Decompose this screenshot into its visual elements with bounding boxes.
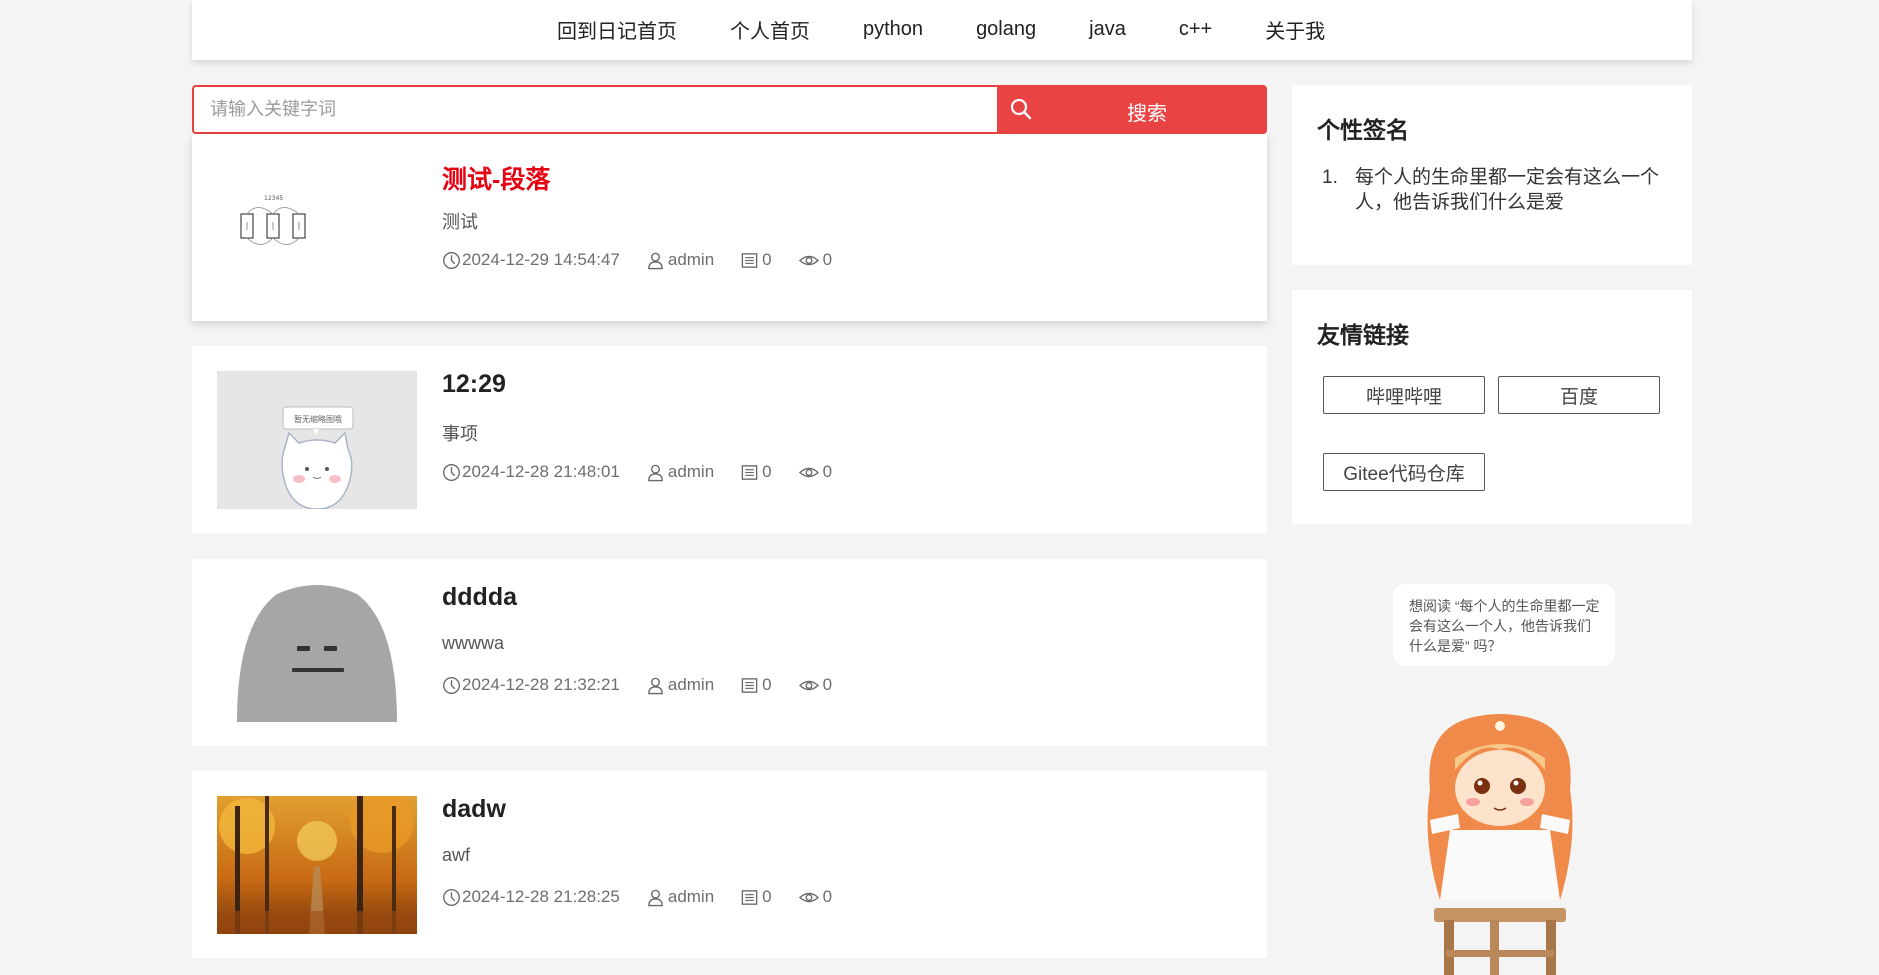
article-thumbnail-blob[interactable] — [217, 584, 417, 722]
article-card[interactable]: dadw awf 2024-12-28 21:28:25 admin 0 0 — [192, 771, 1267, 958]
article-comments-count: 0 — [762, 250, 772, 269]
autumn-forest-image — [217, 796, 417, 934]
article-author: admin — [646, 250, 714, 270]
comment-list-icon — [741, 252, 758, 268]
comment-list-icon — [741, 464, 758, 480]
eye-icon — [798, 467, 819, 477]
article-summary: 测试 — [442, 212, 478, 232]
signature-item-text: 每个人的生命里都一定会有这么一个人，他告诉我们什么是爱 — [1355, 167, 1660, 213]
article-thumbnail-forest[interactable] — [217, 796, 417, 934]
eye-icon — [798, 680, 819, 690]
article-author-text: admin — [667, 462, 715, 481]
clock-icon — [443, 888, 460, 906]
article-views-count: 0 — [822, 250, 833, 269]
user-icon — [648, 464, 663, 481]
grey-blob-face-image — [217, 584, 417, 722]
search-button-label: 搜索 — [1127, 103, 1167, 125]
article-author-text: admin — [667, 887, 715, 906]
diagram-numbers: 12345 — [264, 195, 283, 202]
mascot-speech-bubble: 想阅读 “每个人的生命里都一定会有这么一个人，他告诉我们什么是爱” 吗？ — [1393, 584, 1615, 666]
article-meta: 2024-12-29 14:54:47 admin 0 0 — [442, 250, 858, 270]
article-time: 2024-12-28 21:28:25 — [442, 887, 620, 907]
signature-item-number: 1. — [1322, 167, 1338, 188]
article-summary: 事项 — [442, 424, 478, 444]
cat-placeholder-label: 暂无缩略图哦 — [294, 414, 342, 424]
nav-item-cpp[interactable]: c++ — [1179, 18, 1212, 41]
nav-item-personal-home[interactable]: 个人首页 — [730, 15, 810, 44]
article-title[interactable]: dddda — [442, 583, 517, 612]
user-icon — [648, 889, 663, 906]
user-icon — [648, 252, 663, 269]
article-views: 0 — [798, 887, 832, 907]
article-comments: 0 — [740, 250, 772, 270]
article-card[interactable]: dddda wwwwa 2024-12-28 21:32:21 admin 0 … — [192, 559, 1267, 746]
nav-item-java[interactable]: java — [1089, 18, 1126, 41]
friend-links-title: 友情链接 — [1317, 322, 1409, 348]
article-thumbnail-diagram[interactable]: 12345 — [217, 159, 417, 297]
user-icon — [648, 677, 663, 694]
article-author: admin — [646, 462, 714, 482]
article-comments-count: 0 — [762, 887, 772, 906]
nav-item-diary-home[interactable]: 回到日记首页 — [557, 15, 677, 44]
article-time-text: 2024-12-28 21:48:01 — [462, 462, 620, 481]
article-views-count: 0 — [822, 462, 833, 481]
article-title[interactable]: 12:29 — [442, 370, 506, 399]
article-comments-count: 0 — [762, 462, 772, 481]
article-meta: 2024-12-28 21:32:21 admin 0 0 — [442, 675, 858, 695]
article-views-count: 0 — [822, 675, 833, 694]
article-summary: wwwwa — [442, 633, 505, 653]
article-thumbnail-cat[interactable]: 暂无缩略图哦 — [217, 371, 417, 509]
diagram-image: 12345 — [217, 159, 417, 297]
search-bar: 搜索 — [192, 85, 1267, 134]
article-comments: 0 — [740, 887, 772, 907]
friend-link-bilibili[interactable]: 哔哩哔哩 — [1323, 376, 1485, 414]
article-meta: 2024-12-28 21:48:01 admin 0 0 — [442, 462, 858, 482]
article-card[interactable]: 12345 测试-段落 测试 2024-12-29 14:54:47 admin… — [192, 134, 1267, 321]
clock-icon — [443, 251, 460, 269]
article-comments: 0 — [740, 462, 772, 482]
friend-links-panel: 友情链接 哔哩哔哩 百度 Gitee代码仓库 — [1292, 290, 1692, 524]
article-views: 0 — [798, 462, 832, 482]
article-views: 0 — [798, 675, 832, 695]
nav-item-golang[interactable]: golang — [976, 18, 1036, 41]
article-summary: awf — [442, 845, 471, 865]
search-input[interactable] — [192, 85, 997, 134]
mascot-bubble-text: 想阅读 “每个人的生命里都一定会有这么一个人，他告诉我们什么是爱” 吗？ — [1409, 598, 1600, 654]
comment-list-icon — [741, 677, 758, 693]
article-meta: 2024-12-28 21:28:25 admin 0 0 — [442, 887, 858, 907]
signature-title: 个性签名 — [1317, 117, 1409, 143]
article-title[interactable]: dadw — [442, 795, 506, 824]
article-time-text: 2024-12-29 14:54:47 — [462, 250, 620, 269]
article-time: 2024-12-28 21:32:21 — [442, 675, 620, 695]
article-author: admin — [646, 887, 714, 907]
article-comments-count: 0 — [762, 675, 772, 694]
article-time-text: 2024-12-28 21:28:25 — [462, 887, 620, 906]
article-title[interactable]: 测试-段落 — [442, 160, 550, 196]
article-comments: 0 — [740, 675, 772, 695]
article-views-count: 0 — [822, 887, 833, 906]
signature-panel: 个性签名 1. 每个人的生命里都一定会有这么一个人，他告诉我们什么是爱 — [1292, 85, 1692, 265]
nav-item-python[interactable]: python — [863, 18, 923, 41]
article-time-text: 2024-12-28 21:32:21 — [462, 675, 620, 694]
article-author: admin — [646, 675, 714, 695]
mascot-umaru-illustration[interactable] — [1410, 710, 1590, 975]
friend-link-gitee[interactable]: Gitee代码仓库 — [1323, 453, 1485, 491]
comment-list-icon — [741, 889, 758, 905]
eye-icon — [798, 255, 819, 265]
search-button[interactable]: 搜索 — [997, 85, 1267, 134]
clock-icon — [443, 676, 460, 694]
article-author-text: admin — [667, 675, 715, 694]
nav-item-about[interactable]: 关于我 — [1265, 15, 1325, 44]
article-card[interactable]: 暂无缩略图哦 12:29 事项 2024-12-28 21:48:01 admi… — [192, 346, 1267, 533]
article-author-text: admin — [667, 250, 715, 269]
clock-icon — [443, 463, 460, 481]
eye-icon — [798, 892, 819, 902]
article-time: 2024-12-28 21:48:01 — [442, 462, 620, 482]
top-navbar: 回到日记首页 个人首页 python golang java c++ 关于我 — [192, 0, 1692, 60]
article-views: 0 — [798, 250, 832, 270]
cat-placeholder-image: 暂无缩略图哦 — [217, 371, 417, 509]
nav-menu: 回到日记首页 个人首页 python golang java c++ 关于我 — [557, 0, 1378, 58]
friend-link-baidu[interactable]: 百度 — [1498, 376, 1660, 414]
article-time: 2024-12-29 14:54:47 — [442, 250, 620, 270]
